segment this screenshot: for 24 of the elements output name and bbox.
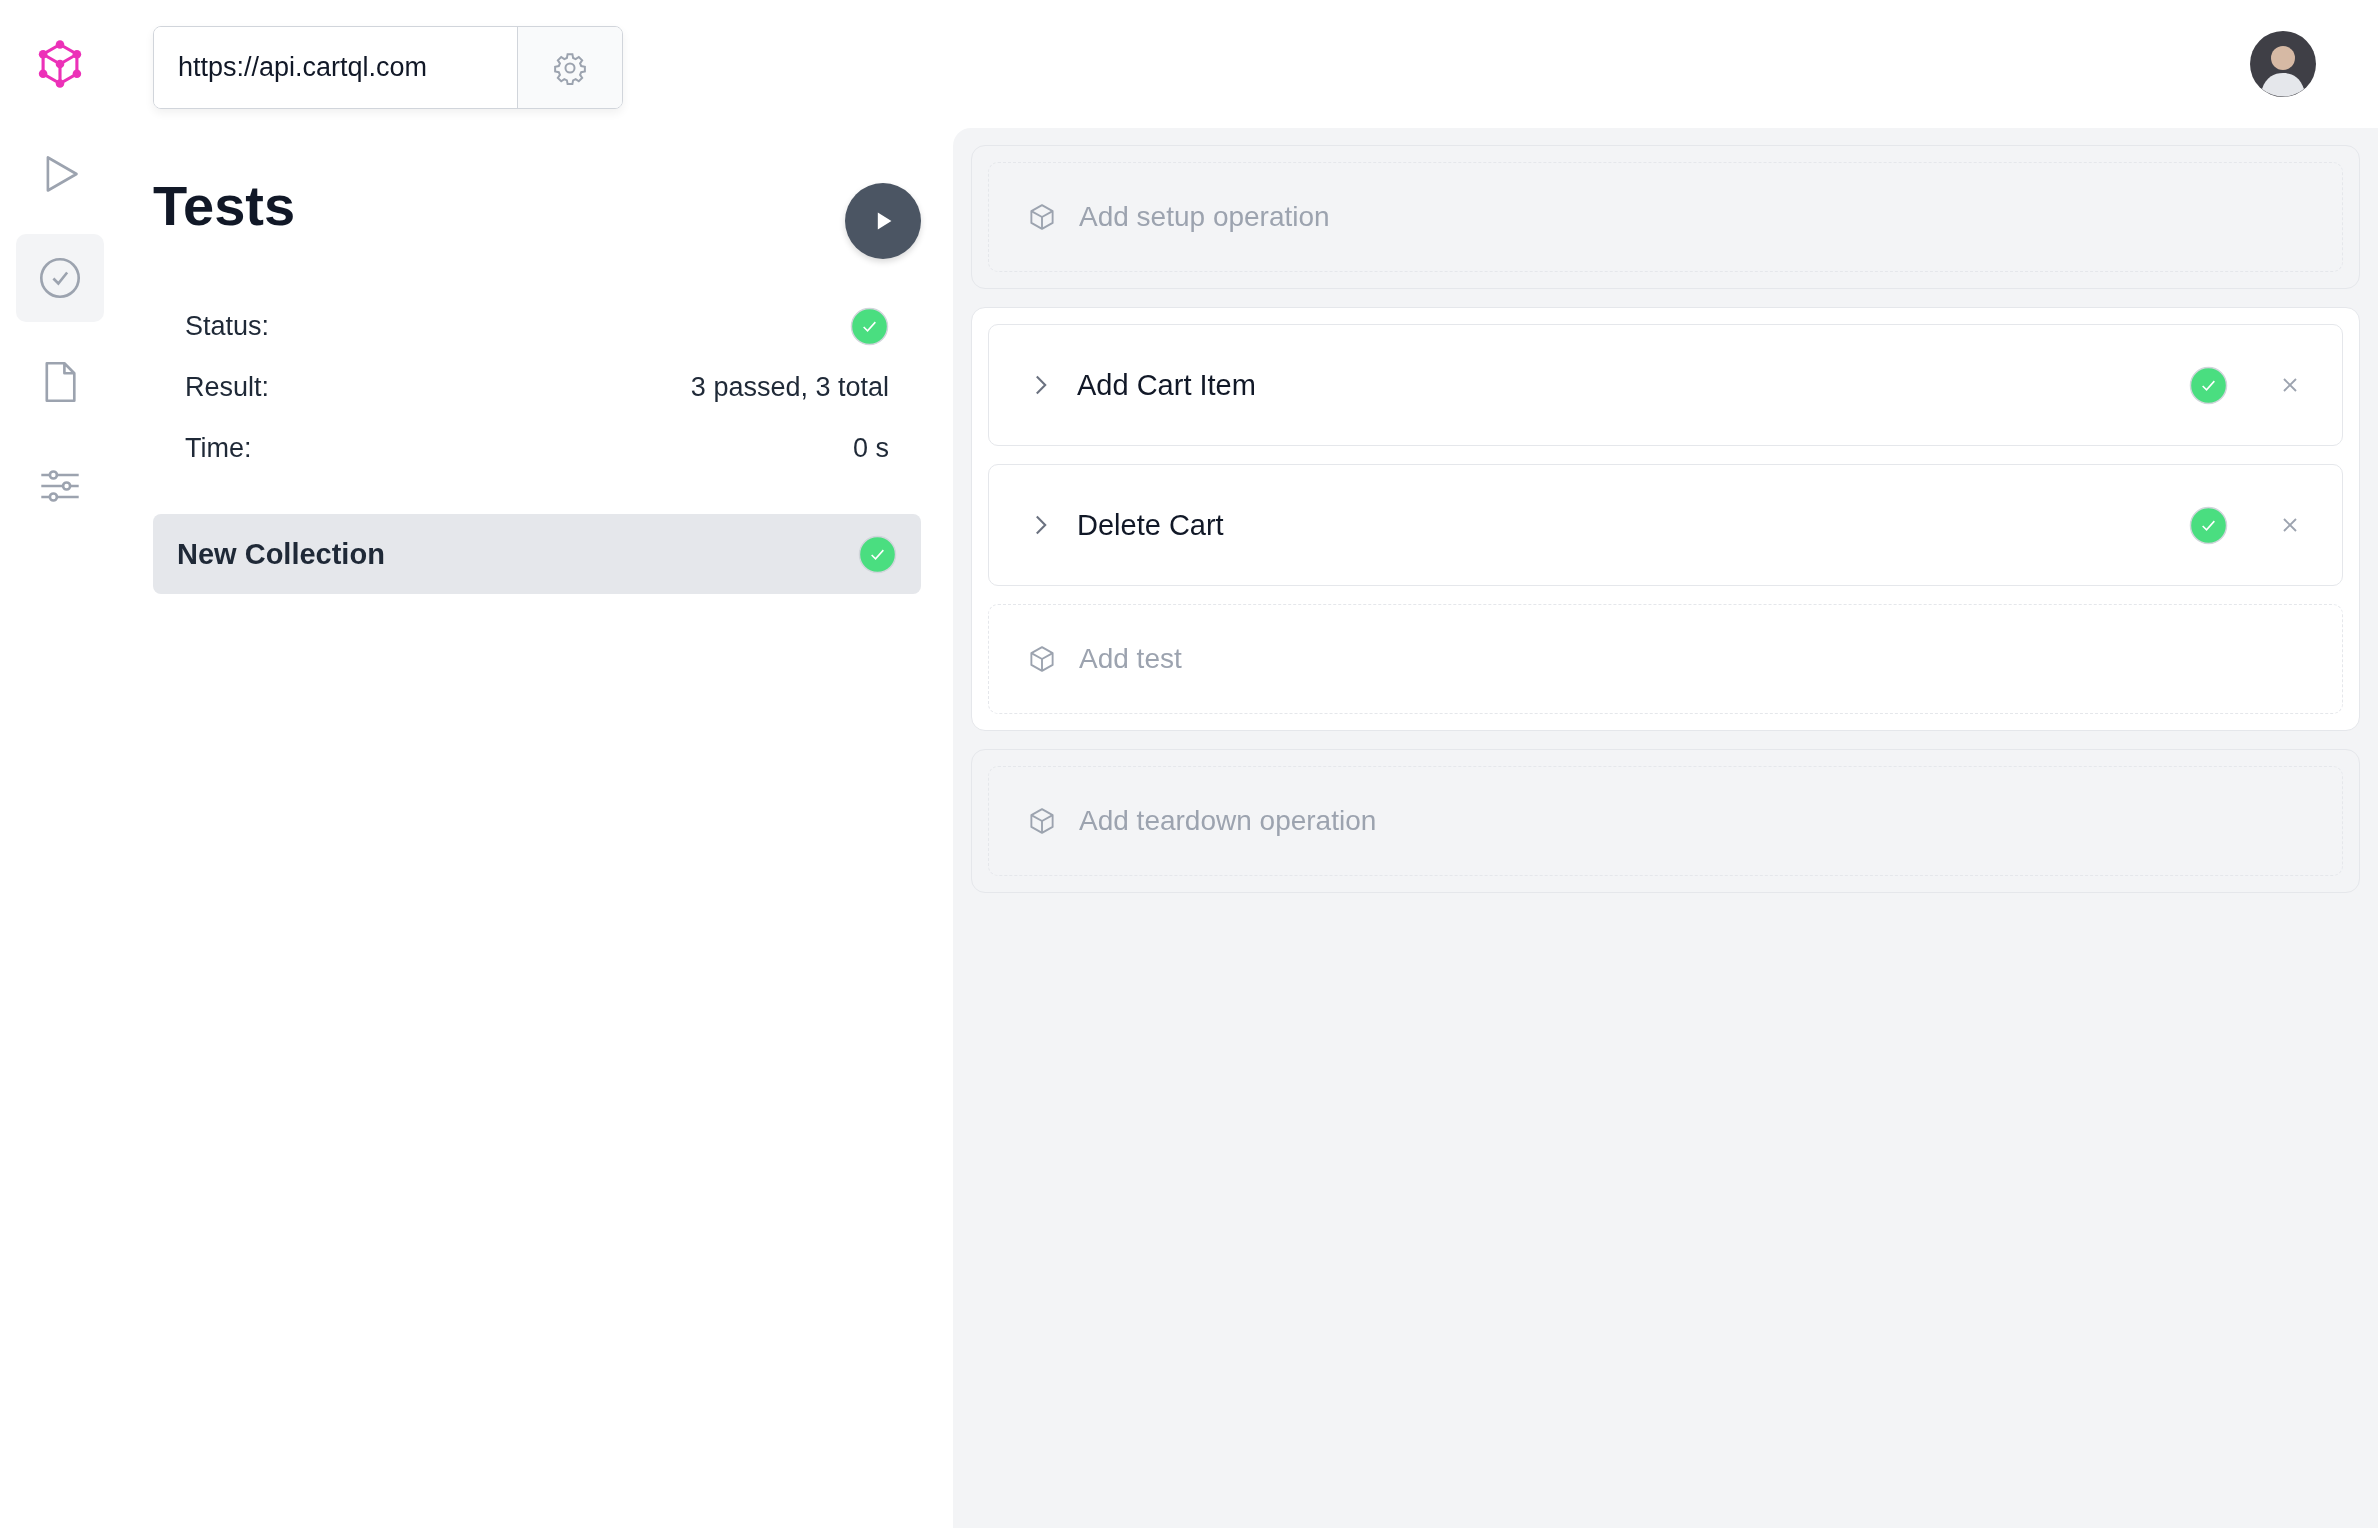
settings-button[interactable] <box>517 27 622 108</box>
collection-name: New Collection <box>177 537 385 571</box>
test-item[interactable]: Delete Cart <box>988 464 2343 586</box>
summary-label: Status: <box>185 311 270 342</box>
summary-label: Result: <box>185 372 270 403</box>
add-setup-label: Add setup operation <box>1079 201 1330 233</box>
run-button[interactable] <box>845 183 921 259</box>
add-teardown-label: Add teardown operation <box>1079 805 1377 837</box>
cube-icon <box>1027 202 1057 232</box>
add-test-label: Add test <box>1079 643 1182 675</box>
summary-value: 3 passed, 3 total <box>690 372 889 403</box>
collection-item[interactable]: New Collection <box>153 514 921 594</box>
cube-icon <box>1027 806 1057 836</box>
cube-icon <box>1027 644 1057 674</box>
nav-button[interactable] <box>16 234 104 322</box>
endpoint-field[interactable]: https://api.cartql.com <box>153 26 623 109</box>
test-item[interactable]: Add Cart Item <box>988 324 2343 446</box>
summary-label: Time: <box>185 433 252 464</box>
test-name: Add Cart Item <box>1077 368 1257 402</box>
page-title: Tests <box>153 173 296 238</box>
settings-icon <box>553 50 587 85</box>
test-name: Delete Cart <box>1077 508 1225 542</box>
summary-value: 0 s <box>852 433 889 464</box>
check-circle-icon <box>38 256 82 300</box>
